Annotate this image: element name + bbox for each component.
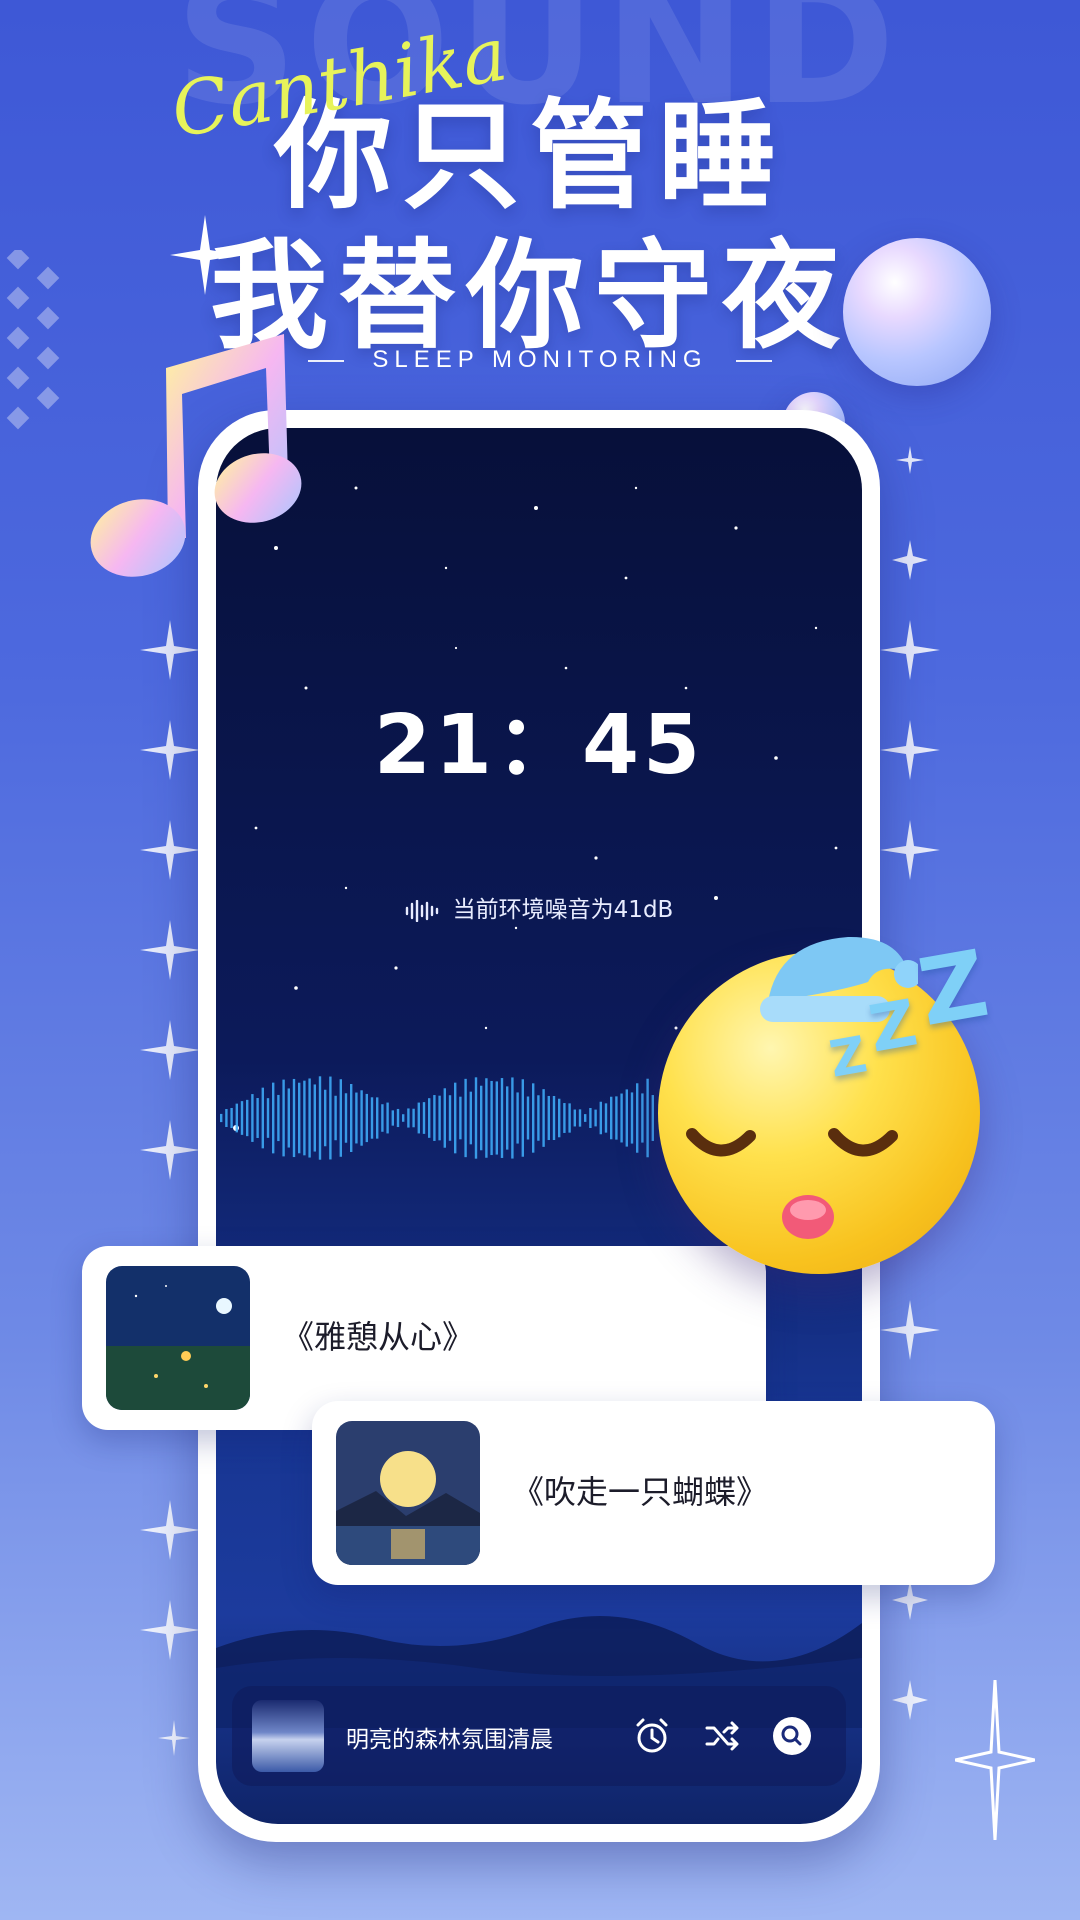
mini-player-bar[interactable]: 明亮的森林氛围清晨 (232, 1686, 846, 1786)
card-cover-image (336, 1421, 480, 1565)
playlist-card[interactable]: 《吹走一只蝴蝶》 (312, 1401, 995, 1585)
sparkle-icon (955, 1680, 1035, 1840)
sound-wave-icon (405, 899, 438, 922)
search-icon[interactable] (772, 1716, 812, 1756)
alarm-clock-icon[interactable] (632, 1716, 672, 1756)
track-thumbnail (252, 1700, 324, 1772)
card-cover-image (106, 1266, 250, 1410)
card-title: 《雅憩从心》 (282, 1318, 475, 1356)
bubble-decoration (843, 238, 991, 386)
sparkle-icon (170, 215, 240, 295)
side-sparkles-left (140, 620, 200, 1756)
noise-level-text: 当前环境噪音为41dB (216, 890, 862, 924)
music-note-icon (90, 334, 302, 577)
card-title: 《吹走一只蝴蝶》 (512, 1473, 769, 1511)
shuffle-icon[interactable] (702, 1716, 742, 1756)
track-name: 明亮的森林氛围清晨 (346, 1727, 553, 1753)
clock-time: 21：45 (373, 698, 705, 793)
